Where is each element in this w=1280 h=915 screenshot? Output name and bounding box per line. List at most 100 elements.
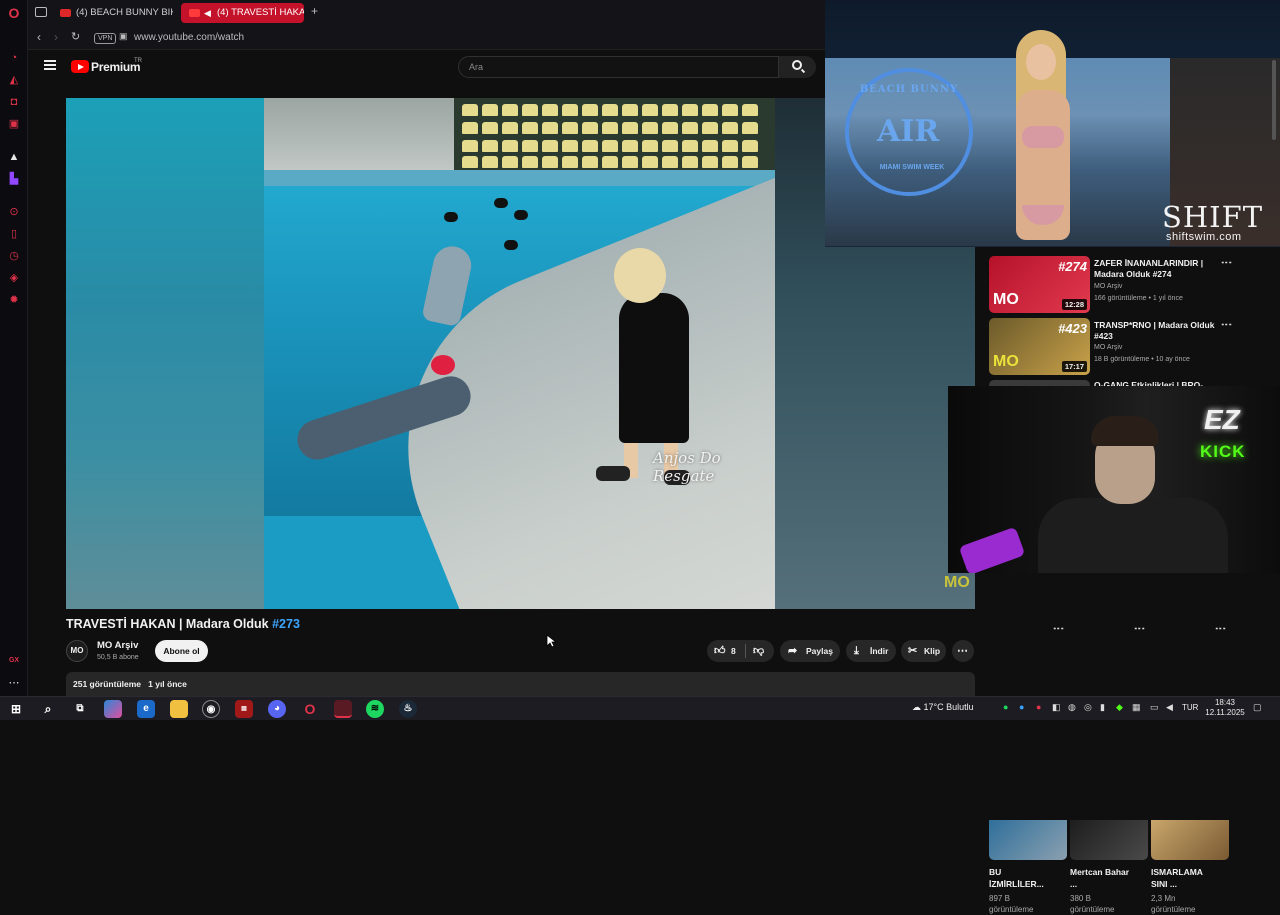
youtube-logo-icon[interactable] (71, 60, 89, 73)
task-view-icon[interactable]: ⧉ (71, 700, 89, 718)
rec-thumbnail[interactable]: #423 MO 17:17 (989, 318, 1090, 375)
tab-workspaces-icon[interactable] (35, 7, 47, 17)
more-icon[interactable]: ⋯ (7, 676, 21, 690)
search-input[interactable]: Ara (458, 56, 779, 78)
short-title[interactable]: ISMARLAMA SINI ... (1151, 866, 1213, 890)
channel-name[interactable]: MO Arşiv (97, 640, 138, 651)
obs-icon[interactable]: ◉ (202, 700, 220, 718)
tray-app-icon[interactable]: ◍ (1068, 702, 1076, 713)
steam-tray-icon[interactable]: ● (1019, 702, 1024, 712)
new-tab-button[interactable]: + (311, 4, 318, 18)
clip-button[interactable]: ✂ Klip (901, 640, 946, 662)
rec-title[interactable]: ZAFER İNANANLARINDIR | Madara Olduk #274 (1094, 258, 1219, 280)
steam-icon[interactable]: ♨ (399, 700, 417, 718)
microphone-icon[interactable]: ▮ (1100, 702, 1105, 713)
settings-icon[interactable]: ✹ (7, 293, 21, 307)
youtube-premium-label[interactable]: Premium (91, 60, 141, 74)
notifications-icon[interactable]: ▢ (1253, 702, 1262, 713)
short-thumbnail[interactable] (1151, 820, 1229, 860)
divider (745, 644, 746, 658)
download-button[interactable]: ⤓ İndir (846, 640, 896, 662)
network-icon[interactable]: ▭ (1150, 702, 1159, 713)
vpn-badge[interactable]: VPN (94, 33, 117, 44)
history-icon[interactable]: ◷ (7, 249, 21, 263)
tab-travesti-hakan[interactable]: ◀ (4) TRAVESTİ HAKAN (181, 3, 304, 23)
more-actions-button[interactable]: ⋯ (952, 640, 974, 662)
rec-menu-icon[interactable]: ⋮ (1220, 257, 1233, 267)
bookmarks-icon[interactable]: ▯ (7, 227, 21, 241)
rec-episode-number: #423 (1058, 321, 1087, 336)
short-thumbnail[interactable] (1070, 820, 1148, 860)
like-icon[interactable]: 👍︎ (714, 640, 726, 662)
short-thumbnail[interactable] (989, 820, 1067, 860)
url-field[interactable]: www.youtube.com/watch (134, 32, 244, 43)
subscribe-button[interactable]: Abone ol (155, 640, 208, 662)
hamburger-menu-icon[interactable] (44, 60, 56, 70)
weather-text: 17°C Bulutlu (923, 702, 974, 712)
short-views: 897 B görüntüleme (989, 894, 1034, 914)
tray-app-icon[interactable]: ▦ (1132, 702, 1141, 713)
ambient-blur-left (66, 98, 264, 609)
back-arrow-icon[interactable]: ‹ (37, 30, 41, 44)
channel-watermark[interactable]: MO (944, 574, 970, 592)
short-menu-icon[interactable]: ⋮ (1214, 623, 1227, 633)
tab-beach-bunny[interactable]: (4) BEACH BUNNY BIKINI (48, 3, 173, 23)
description-box[interactable]: 251 görüntüleme 1 yıl önce (66, 672, 975, 696)
dislike-icon[interactable]: 👎︎ (753, 640, 764, 662)
like-count[interactable]: 8 (731, 640, 736, 662)
rec-channel[interactable]: MO Arşiv (1094, 283, 1122, 290)
ai-assistant-icon[interactable]: ▲ (7, 150, 21, 164)
copilot-icon[interactable] (104, 700, 122, 718)
region-code: TR (134, 58, 142, 64)
aria-icon[interactable]: ◔ (7, 51, 21, 65)
share-button[interactable]: ➦ Paylaş (780, 640, 840, 662)
opera-logo-icon[interactable]: O (7, 6, 21, 20)
edge-icon[interactable]: e (137, 700, 155, 718)
rec-title[interactable]: TRANSP*RNO | Madara Olduk #423 (1094, 320, 1219, 342)
video-hashtag[interactable]: #273 (272, 617, 300, 631)
short-title[interactable]: Mertcan Bahar ... (1070, 866, 1132, 890)
clock-date: 12.11.2025 (1205, 708, 1245, 717)
windows-start-icon[interactable]: ⊞ (7, 700, 25, 718)
extensions-icon[interactable]: ◈ (7, 271, 21, 285)
short-menu-icon[interactable]: ⋮ (1052, 623, 1065, 633)
reload-icon[interactable]: ↻ (71, 30, 80, 43)
spotify-icon[interactable]: ≋ (366, 700, 384, 718)
discord-icon[interactable]: ◕ (268, 700, 286, 718)
search-button[interactable] (779, 56, 816, 78)
crypto-wallet-icon[interactable]: ◭ (7, 73, 21, 87)
short-title[interactable]: BU İZMİRLİLER... (989, 866, 1051, 890)
forward-arrow-icon[interactable]: › (54, 30, 58, 44)
player-icon[interactable]: ⊙ (7, 205, 21, 219)
opera-gx-icon[interactable]: O (301, 700, 319, 718)
instagram-icon[interactable]: ▣ (7, 117, 21, 131)
tray-app-icon[interactable]: ◎ (1084, 702, 1092, 713)
messenger-icon[interactable]: ◘ (7, 95, 21, 109)
channel-avatar[interactable]: MO (66, 640, 88, 662)
weather-widget[interactable]: ☁ 17°C Bulutlu (912, 702, 974, 713)
speaker-icon[interactable]: ◀ (204, 3, 211, 23)
red-ball (431, 355, 455, 375)
short-menu-icon[interactable]: ⋮ (1133, 623, 1146, 633)
voicemod-icon[interactable]: ▤ (235, 700, 253, 718)
file-explorer-icon[interactable] (170, 700, 188, 718)
address-bar: ‹ › ↻ VPN ▣ www.youtube.com/watch (28, 26, 825, 50)
video-frame[interactable]: Anjos Do Resgate (264, 98, 775, 609)
search-icon[interactable]: ⌕ (39, 700, 57, 718)
lock-icon[interactable]: ▣ (119, 31, 128, 42)
page-scrollbar[interactable] (1270, 50, 1278, 690)
nvidia-icon[interactable]: ◆ (1116, 702, 1123, 713)
rec-menu-icon[interactable]: ⋮ (1220, 319, 1233, 329)
tray-app-icon[interactable]: ◧ (1052, 702, 1061, 713)
spotify-tray-icon[interactable]: ● (1003, 702, 1008, 712)
rec-channel[interactable]: MO Arşiv (1094, 344, 1122, 351)
tray-app-icon[interactable]: ● (1036, 702, 1041, 712)
opera-active-window-icon[interactable] (334, 700, 352, 718)
rec-thumbnail[interactable]: #274 MO 12:28 (989, 256, 1090, 313)
scrollbar-thumb[interactable] (1272, 60, 1276, 140)
twitch-icon[interactable]: ▙ (7, 172, 21, 186)
gx-corner-icon[interactable]: GX (7, 654, 21, 668)
volume-icon[interactable]: ◀ (1166, 702, 1173, 713)
clock[interactable]: 18:43 12.11.2025 (1205, 698, 1245, 718)
keyboard-language[interactable]: TUR (1182, 703, 1198, 712)
